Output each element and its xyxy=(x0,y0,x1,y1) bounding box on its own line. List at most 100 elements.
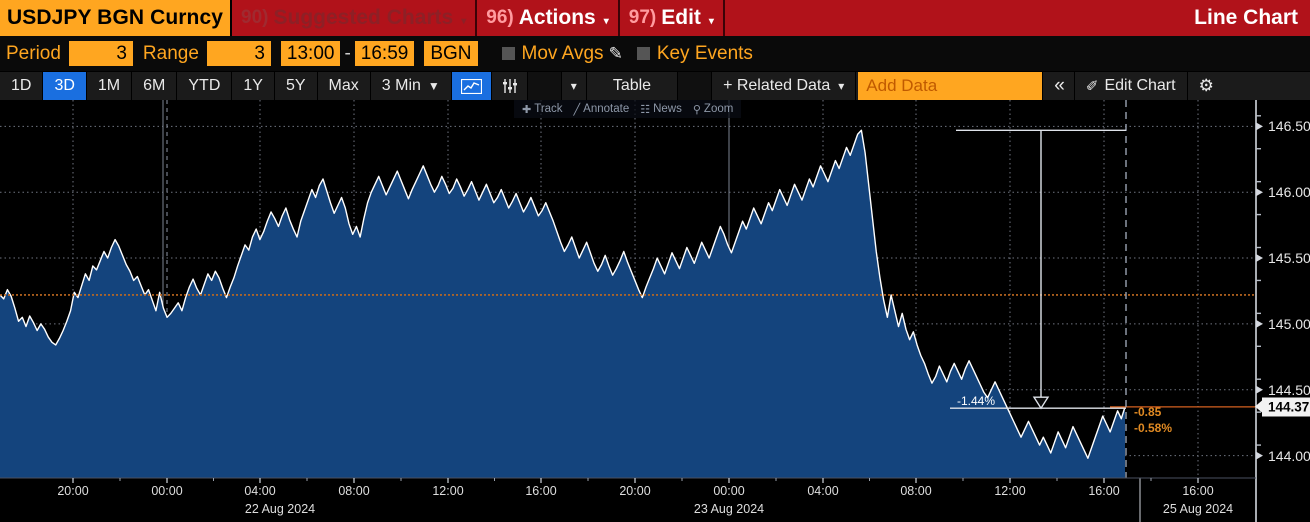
range-button-1d[interactable]: 1D xyxy=(0,72,44,100)
time-to-input[interactable]: 16:59 xyxy=(354,41,415,66)
news-tool[interactable]: ☷ News xyxy=(640,103,682,116)
range-input[interactable]: 3 xyxy=(206,41,271,66)
x-axis-label: 20:00 xyxy=(619,484,651,498)
y-axis-label: 144.50 xyxy=(1268,381,1310,398)
track-label: Track xyxy=(534,103,563,115)
news-label: News xyxy=(653,103,682,115)
related-data-button[interactable]: + Related Data ▾ xyxy=(712,72,857,100)
last-price-tag: 144.37 xyxy=(1262,397,1310,417)
annotate-label: Annotate xyxy=(583,103,630,115)
chevron-down-icon: ▾ xyxy=(603,15,609,27)
pencil-icon: ✐ xyxy=(1085,78,1099,95)
chevron-down-icon: ▾ xyxy=(570,79,577,93)
x-axis-label: 20:00 xyxy=(57,484,89,498)
chevron-down-icon: ▾ xyxy=(461,15,467,27)
y-tick-arrow xyxy=(1256,188,1263,197)
gear-icon[interactable]: ⚙ xyxy=(1187,72,1225,100)
y-axis-label: 144.00 xyxy=(1268,447,1310,464)
range-button-3d[interactable]: 3D xyxy=(43,72,87,100)
chevron-down-icon: ▾ xyxy=(708,15,714,27)
crosshair-icon: ✚ xyxy=(522,103,532,116)
x-axis-date-label: 22 Aug 2024 xyxy=(244,502,316,516)
chevron-down-icon: ▾ xyxy=(838,79,845,93)
y-tick-arrow xyxy=(1256,451,1263,460)
source-input[interactable]: BGN xyxy=(424,41,478,66)
annotate-tool[interactable]: ╱ Annotate xyxy=(574,103,630,116)
line-chart-glyph xyxy=(460,78,482,94)
x-axis-label: 16:00 xyxy=(1182,484,1214,498)
x-axis-label: 16:00 xyxy=(1088,484,1120,498)
annotation-arrow-icon xyxy=(1032,396,1050,410)
interval-dropdown[interactable]: 3 Min ▼ xyxy=(370,72,452,100)
x-axis-label: 16:00 xyxy=(525,484,557,498)
ticker-label: USDJPY BGN Curncy xyxy=(7,6,224,29)
x-axis-label: 04:00 xyxy=(244,484,276,498)
range-button-6m[interactable]: 6M xyxy=(132,72,178,100)
period-bar: Period 3 Range 3 13:00 - 16:59 BGN Mov A… xyxy=(0,36,1310,71)
pencil-icon[interactable]: ✎ xyxy=(609,44,623,64)
annotation-percent-label: -1.44% xyxy=(957,394,996,409)
add-data-placeholder: Add Data xyxy=(866,76,938,95)
x-axis-label: 04:00 xyxy=(807,484,839,498)
table-button[interactable]: Table xyxy=(586,72,679,100)
time-range-dash: - xyxy=(344,42,351,64)
menu-actions[interactable]: 96) Actions ▾ xyxy=(477,0,620,36)
x-axis-label: 08:00 xyxy=(338,484,370,498)
collapse-panel-icon[interactable]: « xyxy=(1043,72,1075,100)
period-label: Period xyxy=(6,42,61,64)
sliders-icon[interactable] xyxy=(491,72,528,100)
track-tool[interactable]: ✚ Track xyxy=(522,103,563,116)
line-chart-icon[interactable] xyxy=(451,72,492,100)
toolbar-gap-2 xyxy=(678,72,713,100)
range-label: Range xyxy=(142,42,199,64)
title-bar-spacer xyxy=(725,0,1185,36)
y-tick-arrow xyxy=(1256,319,1263,328)
time-from-input[interactable]: 13:00 xyxy=(280,41,341,66)
chart-plot[interactable] xyxy=(0,100,1310,522)
edit-chart-label: Edit Chart xyxy=(1104,77,1176,94)
chevron-down-icon: ▼ xyxy=(427,79,440,93)
y-tick-arrow xyxy=(1256,122,1263,131)
title-bar: USDJPY BGN Curncy 90) Suggested Charts ▾… xyxy=(0,0,1310,36)
key-events-checkbox[interactable] xyxy=(636,47,650,60)
chart-type-title: Line Chart xyxy=(1185,0,1310,36)
mov-avgs-checkbox[interactable] xyxy=(501,47,515,60)
y-tick-arrow xyxy=(1256,385,1263,394)
range-button-5y[interactable]: 5Y xyxy=(274,72,318,100)
menu-number: 90) xyxy=(241,7,269,28)
menu-label: Actions xyxy=(518,6,596,29)
zoom-tool[interactable]: ⚲ Zoom xyxy=(693,103,733,116)
key-events-label[interactable]: Key Events xyxy=(657,43,753,65)
y-tick-arrow xyxy=(1256,254,1263,263)
series-area-fill xyxy=(0,130,1125,478)
more-options-dropdown[interactable]: ▾ xyxy=(561,72,587,100)
x-axis-label: 00:00 xyxy=(151,484,183,498)
range-button-max[interactable]: Max xyxy=(317,72,371,100)
range-button-1y[interactable]: 1Y xyxy=(232,72,275,100)
period-input[interactable]: 3 xyxy=(68,41,133,66)
bloomberg-chart-window: USDJPY BGN Curncy 90) Suggested Charts ▾… xyxy=(0,0,1310,522)
related-data-label: + Related Data xyxy=(723,77,831,94)
x-axis-date-label: 25 Aug 2024 xyxy=(1162,502,1234,516)
range-button-ytd[interactable]: YTD xyxy=(177,72,233,100)
menu-number: 96) xyxy=(486,7,514,28)
edit-chart-button[interactable]: ✐ Edit Chart xyxy=(1074,72,1188,100)
change-absolute-label: -0.85 xyxy=(1134,404,1162,419)
ticker-field[interactable]: USDJPY BGN Curncy xyxy=(0,0,233,36)
chart-type-title-label: Line Chart xyxy=(1194,6,1298,29)
add-data-input[interactable]: Add Data xyxy=(858,72,1044,100)
change-percent-label: -0.58% xyxy=(1134,420,1173,435)
x-axis-date-label: 23 Aug 2024 xyxy=(693,502,765,516)
chart-area[interactable]: 146.50 146.00 145.50 145.00 144.50 144.00 144.… xyxy=(0,100,1310,522)
y-axis-label: 146.00 xyxy=(1268,184,1310,201)
news-icon: ☷ xyxy=(640,103,651,116)
mov-avgs-label[interactable]: Mov Avgs xyxy=(522,43,604,65)
pencil-line-icon: ╱ xyxy=(573,103,581,116)
menu-edit[interactable]: 97) Edit ▾ xyxy=(620,0,725,36)
x-axis-label: 12:00 xyxy=(432,484,464,498)
magnifier-icon: ⚲ xyxy=(692,103,701,116)
chart-toolbar: 1D 3D 1M 6M YTD 1Y 5Y Max 3 Min ▼ ▾ Tabl… xyxy=(0,71,1310,100)
menu-number: 97) xyxy=(628,7,657,28)
menu-suggested-charts[interactable]: 90) Suggested Charts ▾ xyxy=(232,0,478,36)
range-button-1m[interactable]: 1M xyxy=(86,72,133,100)
